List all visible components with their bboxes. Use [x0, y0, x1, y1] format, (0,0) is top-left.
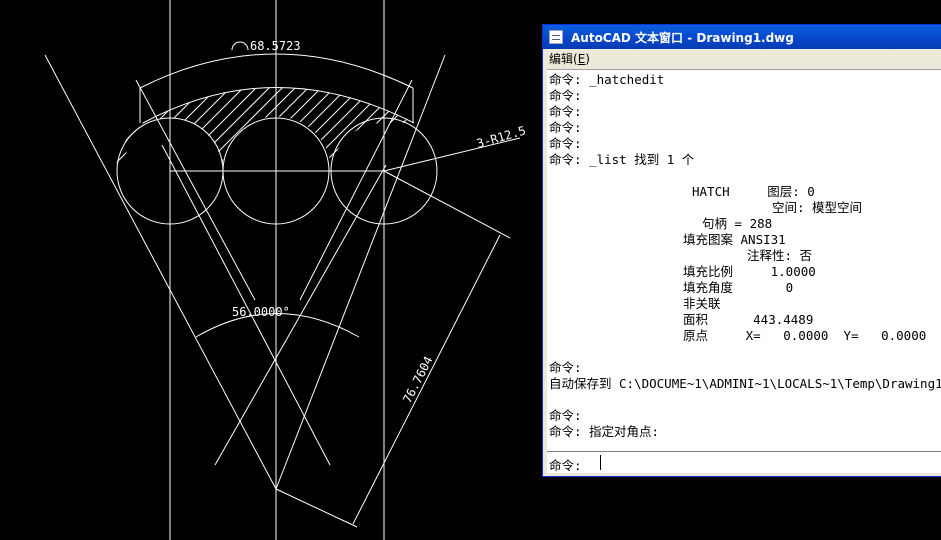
hatch-line: [137, 87, 269, 171]
menu-edit[interactable]: 编辑(E): [549, 50, 590, 67]
command-prompt: 命令:: [549, 458, 582, 473]
hatch-line: [215, 87, 347, 171]
history-line: 面积 443.4489: [683, 312, 814, 327]
hatch-line: [358, 87, 414, 171]
dim-aligned-label: 76.7604: [400, 354, 435, 405]
history-line: 填充比例 1.0000: [683, 264, 816, 279]
history-line: 命令: _hatchedit: [549, 72, 665, 87]
hatch-line: [254, 87, 386, 171]
dim-radius-label: 3-R12.5: [475, 123, 527, 150]
title-bar[interactable]: AutoCAD 文本窗口 - Drawing1.dwg: [543, 25, 941, 49]
hatch-line: [124, 87, 256, 171]
window-icon[interactable]: [549, 30, 563, 44]
history-line: 非关联: [683, 296, 721, 311]
history-line: 注释性: 否: [747, 248, 813, 263]
hatch-line: [410, 87, 414, 171]
hatch-line: [267, 87, 399, 171]
hatch-line: [280, 87, 412, 171]
hatch-line: [306, 87, 414, 171]
hatch-line: [116, 87, 217, 171]
diagonal-line-inner-left: [135, 79, 256, 301]
hatch-line: [189, 87, 321, 171]
hatch-line: [397, 87, 414, 171]
hatch-line: [176, 87, 308, 171]
menu-edit-label: 编辑: [549, 51, 574, 66]
history-line: 命令:: [549, 88, 582, 103]
hatch-line: [424, 50, 554, 180]
history-line: 原点 X= 0.0000 Y= 0.0000: [683, 328, 927, 343]
diagonal-line-left: [44, 54, 277, 490]
hatch-line: [202, 87, 334, 171]
hatch-line: [241, 87, 373, 171]
history-line: 填充角度 0: [683, 280, 794, 295]
dim-aligned-line: [352, 234, 501, 525]
command-input[interactable]: 命令:: [547, 451, 941, 473]
history-line: 空间: 模型空间: [772, 200, 863, 215]
history-line: 填充图案 ANSI31: [683, 232, 786, 247]
history-line: 自动保存到 C:\DOCUME~1\ADMINI~1\LOCALS~1\Temp…: [549, 376, 941, 391]
text-cursor: [600, 455, 601, 470]
arc-length-symbol: [231, 41, 249, 51]
history-line: 命令: 指定对角点:: [549, 424, 660, 439]
dim-aligned-ext-top: [383, 170, 511, 239]
history-line: 命令:: [549, 360, 582, 375]
menu-bar: 编辑(E): [543, 49, 941, 67]
hatch-line: [116, 87, 230, 171]
hatch-line: [371, 87, 414, 171]
hatch-line: [345, 87, 414, 171]
autocad-text-window[interactable]: AutoCAD 文本窗口 - Drawing1.dwg 编辑(E) 命令: _h…: [542, 24, 941, 477]
command-history[interactable]: 命令: _hatchedit 命令: 命令: 命令: 命令: 命令: _list…: [547, 69, 941, 470]
dim-aligned-ext-bottom: [275, 488, 358, 528]
hatch-line: [319, 87, 414, 171]
history-line: HATCH 图层: 0: [692, 184, 815, 199]
diagonal-line-inner-right: [299, 79, 413, 301]
history-line: 命令:: [549, 104, 582, 119]
hatch-line: [384, 87, 414, 171]
dim-angle-label: 56.0000°: [232, 305, 290, 319]
history-line: 命令:: [549, 120, 582, 135]
hatch-line: [293, 87, 414, 171]
menu-edit-accel: E: [577, 51, 586, 66]
history-line: 命令:: [549, 136, 582, 151]
dim-arc-length-label: 68.5723: [250, 39, 301, 53]
history-line: 命令: _list 找到 1 个: [549, 152, 695, 167]
history-line: 句柄 = 288: [702, 216, 773, 231]
history-line: 命令:: [549, 408, 582, 423]
window-title: AutoCAD 文本窗口 - Drawing1.dwg: [571, 30, 794, 45]
hatch-line: [228, 87, 360, 171]
